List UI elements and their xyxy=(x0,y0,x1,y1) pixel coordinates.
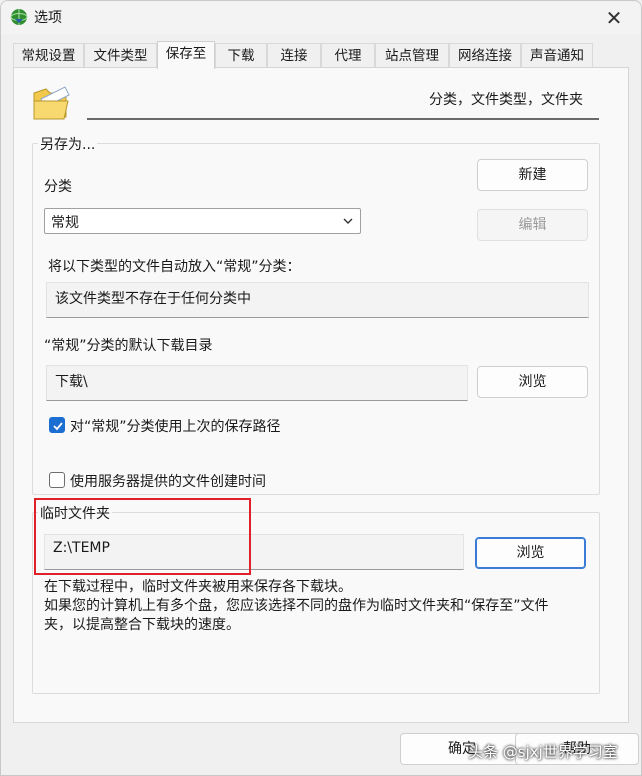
edit-category-button[interactable]: 编辑 xyxy=(477,209,588,241)
close-button[interactable]: ✕ xyxy=(601,5,627,31)
browse-temp-folder-button[interactable]: 浏览 xyxy=(475,537,586,569)
use-last-path-checkbox[interactable] xyxy=(49,417,65,433)
default-dir-field[interactable]: 下载\ xyxy=(46,365,468,401)
tab-site-manager[interactable]: 站点管理 xyxy=(375,43,449,68)
watermark: 头条 @sjxj世界学习室 xyxy=(468,743,618,761)
browse-default-dir-button[interactable]: 浏览 xyxy=(477,366,588,398)
category-select-value: 常规 xyxy=(51,215,79,231)
header-divider xyxy=(87,118,599,120)
use-last-path-label: 对“常规”分类使用上次的保存路径 xyxy=(70,419,281,435)
description-line-1: 在下载过程中，临时文件夹被用来保存各下载块。 xyxy=(44,579,352,595)
temp-folder-description: 在下载过程中，临时文件夹被用来保存各下载块。 如果您的计算机上有多个盘，您应该选… xyxy=(44,578,592,635)
tab-save-to[interactable]: 保存至 xyxy=(157,41,215,69)
save-as-group xyxy=(32,143,600,495)
save-as-group-label: 另存为... xyxy=(38,134,98,154)
tab-sound[interactable]: 声音通知 xyxy=(521,43,593,68)
title-bar: 选项 ✕ xyxy=(1,1,641,35)
new-category-button[interactable]: 新建 xyxy=(477,159,588,191)
tab-file-types[interactable]: 文件类型 xyxy=(84,43,157,68)
tab-network[interactable]: 网络连接 xyxy=(449,43,521,68)
server-time-label: 使用服务器提供的文件创建时间 xyxy=(70,474,266,490)
auto-place-field[interactable]: 该文件类型不存在于任何分类中 xyxy=(46,282,589,318)
default-dir-label: “常规”分类的默认下载目录 xyxy=(44,338,213,354)
description-line-3: 夹，以提高整合下载块的速度。 xyxy=(44,617,240,633)
close-icon: ✕ xyxy=(605,6,623,30)
folder-icon xyxy=(31,79,71,123)
checkmark-icon xyxy=(53,422,63,431)
auto-place-label: 将以下类型的文件自动放入“常规”分类： xyxy=(48,259,301,275)
description-line-2: 如果您的计算机上有多个盘，您应该选择不同的盘作为临时文件夹和“保存至”文件 xyxy=(44,598,549,614)
header-text: 分类，文件类型，文件夹 xyxy=(429,92,583,108)
tab-connection[interactable]: 连接 xyxy=(267,43,321,68)
chevron-down-icon xyxy=(342,215,354,227)
options-dialog: 选项 ✕ 常规设置 文件类型 保存至 下载 连接 代理 站点管理 网络连接 声音… xyxy=(0,0,642,776)
category-label: 分类 xyxy=(44,179,72,195)
tab-general[interactable]: 常规设置 xyxy=(13,43,84,68)
window-title: 选项 xyxy=(34,10,62,26)
tab-proxy[interactable]: 代理 xyxy=(321,43,375,68)
tab-downloads[interactable]: 下载 xyxy=(215,43,267,68)
category-select[interactable]: 常规 xyxy=(44,208,361,234)
red-highlight-box xyxy=(34,498,251,575)
server-time-checkbox[interactable] xyxy=(49,472,65,488)
idm-globe-icon xyxy=(9,7,29,27)
